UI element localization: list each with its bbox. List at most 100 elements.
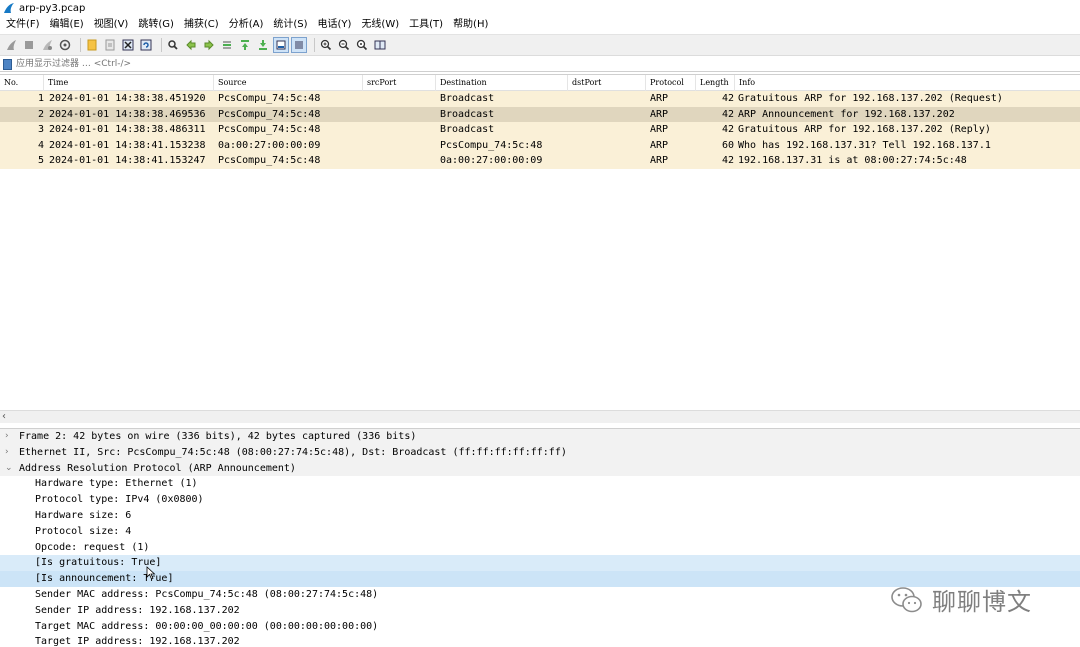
packet-row[interactable]: 1 2024-01-01 14:38:38.451920 PcsCompu_74… [0,91,1080,107]
go-back-icon[interactable] [184,38,198,52]
menu-go[interactable]: 跳转(G) [134,16,178,34]
arp-field[interactable]: Opcode: request (1) [0,540,1080,556]
packet-row[interactable]: 4 2024-01-01 14:38:41.153238 0a:00:27:00… [0,137,1080,154]
packet-info: Gratuitous ARP for 192.168.137.202 (Repl… [738,124,991,136]
filter-bookmark-icon[interactable] [3,58,12,70]
menu-bar: 文件(F) 编辑(E) 视图(V) 跳转(G) 捕获(C) 分析(A) 统计(S… [0,16,1080,34]
packet-list: No. Time Source srcPort Destination dstP… [0,74,1080,410]
menu-view[interactable]: 视图(V) [90,16,133,34]
start-capture-icon[interactable] [4,38,18,52]
reload-file-icon[interactable] [139,38,153,52]
find-packet-icon[interactable] [166,38,180,52]
packet-row[interactable]: 3 2024-01-01 14:38:38.486311 PcsCompu_74… [0,122,1080,138]
tree-item-frame[interactable]: › Frame 2: 42 bytes on wire (336 bits), … [0,429,1080,445]
tree-item-label: Frame 2: 42 bytes on wire (336 bits), 42… [19,431,417,442]
packet-dstport [572,107,646,123]
tree-item-ethernet[interactable]: › Ethernet II, Src: PcsCompu_74:5c:48 (0… [0,444,1080,461]
menu-telephony[interactable]: 电话(Y) [314,16,356,34]
column-header-source[interactable]: Source [214,75,363,91]
arp-field[interactable]: Hardware type: Ethernet (1) [0,476,1080,492]
arp-field[interactable]: Protocol type: IPv4 (0x0800) [0,492,1080,508]
toolbar-separator [161,38,162,52]
toolbar-separator [80,38,81,52]
packet-length: 60 [721,139,734,151]
arp-field[interactable]: Target MAC address: 00:00:00_00:00:00 (0… [0,619,1080,635]
arp-field[interactable]: Hardware size: 6 [0,508,1080,524]
column-header-length[interactable]: Length [696,75,735,91]
zoom-in-icon[interactable] [319,38,333,52]
column-header-protocol[interactable]: Protocol [646,75,696,91]
watermark-text: 聊聊博文 [932,588,1032,616]
menu-file[interactable]: 文件(F) [2,16,44,34]
packet-dstport [572,138,646,154]
packet-row[interactable]: 5 2024-01-01 14:38:41.153247 PcsCompu_74… [0,153,1080,169]
wechat-icon [891,586,922,612]
packet-length: 42 [721,93,734,104]
stop-capture-icon[interactable] [22,38,36,52]
go-first-packet-icon[interactable] [238,38,252,52]
packet-info: Who has 192.168.137.31? Tell 192.168.137… [738,139,991,151]
packet-no: 3 [37,124,44,136]
packet-destination: 0a:00:27:00:00:09 [440,155,543,167]
packet-no: 2 [37,108,44,120]
packet-row-selected[interactable]: 2 2024-01-01 14:38:38.469536 PcsCompu_74… [0,106,1080,123]
close-file-icon[interactable] [121,38,135,52]
zoom-out-icon[interactable] [337,38,351,52]
go-to-packet-icon[interactable] [220,38,234,52]
zoom-normal-icon[interactable] [355,38,369,52]
column-header-destination[interactable]: Destination [436,75,568,91]
tree-item-arp[interactable]: ⌄ Address Resolution Protocol (ARP Annou… [0,460,1080,477]
packet-srcport [367,91,436,107]
scroll-left-icon[interactable]: ‹ [2,412,12,422]
expand-arrow-icon[interactable]: › [5,445,15,461]
column-header-no[interactable]: No. [0,75,44,91]
toolbar-separator [314,38,315,52]
auto-scroll-icon[interactable] [273,37,289,53]
menu-help[interactable]: 帮助(H) [449,16,492,34]
field-text: [Is gratuitous: True] [35,557,162,569]
column-header-dstport[interactable]: dstPort [568,75,646,91]
column-header-srcport[interactable]: srcPort [363,75,436,91]
packet-info: Gratuitous ARP for 192.168.137.202 (Requ… [738,93,1003,104]
packet-time: 2024-01-01 14:38:38.486311 [49,124,206,136]
menu-analyze[interactable]: 分析(A) [225,16,268,34]
packet-no: 1 [37,93,44,104]
menu-tools[interactable]: 工具(T) [405,16,447,34]
packet-source: 0a:00:27:00:00:09 [218,139,321,151]
menu-edit[interactable]: 编辑(E) [46,16,88,34]
packet-list-scrollbar[interactable]: ‹ [0,410,1080,423]
packet-length: 42 [721,108,734,120]
restart-capture-icon[interactable] [40,38,54,52]
go-forward-icon[interactable] [202,38,216,52]
packet-destination: Broadcast [440,93,495,104]
arp-field-highlighted[interactable]: [Is gratuitous: True] [0,555,1080,572]
arp-field[interactable]: Protocol size: 4 [0,524,1080,540]
column-header-time[interactable]: Time [44,75,214,91]
packet-time: 2024-01-01 14:38:41.153247 [49,155,206,167]
tree-item-label: Ethernet II, Src: PcsCompu_74:5c:48 (08:… [19,446,567,458]
display-filter-input[interactable] [16,57,416,71]
menu-capture[interactable]: 捕获(C) [180,16,223,34]
wireshark-fin-icon [4,3,14,13]
save-file-icon[interactable] [103,38,117,52]
menu-statistics[interactable]: 统计(S) [269,16,311,34]
packet-dstport [572,153,646,169]
arp-field[interactable]: Target IP address: 192.168.137.202 [0,634,1080,647]
collapse-arrow-icon[interactable]: ⌄ [5,461,15,477]
field-text: Protocol size: 4 [35,525,132,537]
packet-source: PcsCompu_74:5c:48 [218,93,321,104]
packet-destination: Broadcast [440,108,495,120]
packet-time: 2024-01-01 14:38:38.451920 [49,93,206,104]
go-last-packet-icon[interactable] [256,38,270,52]
open-file-icon[interactable] [85,38,99,52]
resize-columns-icon[interactable] [373,38,387,52]
capture-options-icon[interactable] [58,38,72,52]
field-text: Opcode: request (1) [35,541,150,553]
colorize-list-icon[interactable] [291,37,307,53]
expand-arrow-icon[interactable]: › [5,429,15,445]
packet-time: 2024-01-01 14:38:38.469536 [49,108,206,120]
menu-wireless[interactable]: 无线(W) [357,16,403,34]
column-header-info[interactable]: Info [735,75,1080,91]
packet-destination: PcsCompu_74:5c:48 [440,139,543,151]
packet-srcport [367,122,436,138]
